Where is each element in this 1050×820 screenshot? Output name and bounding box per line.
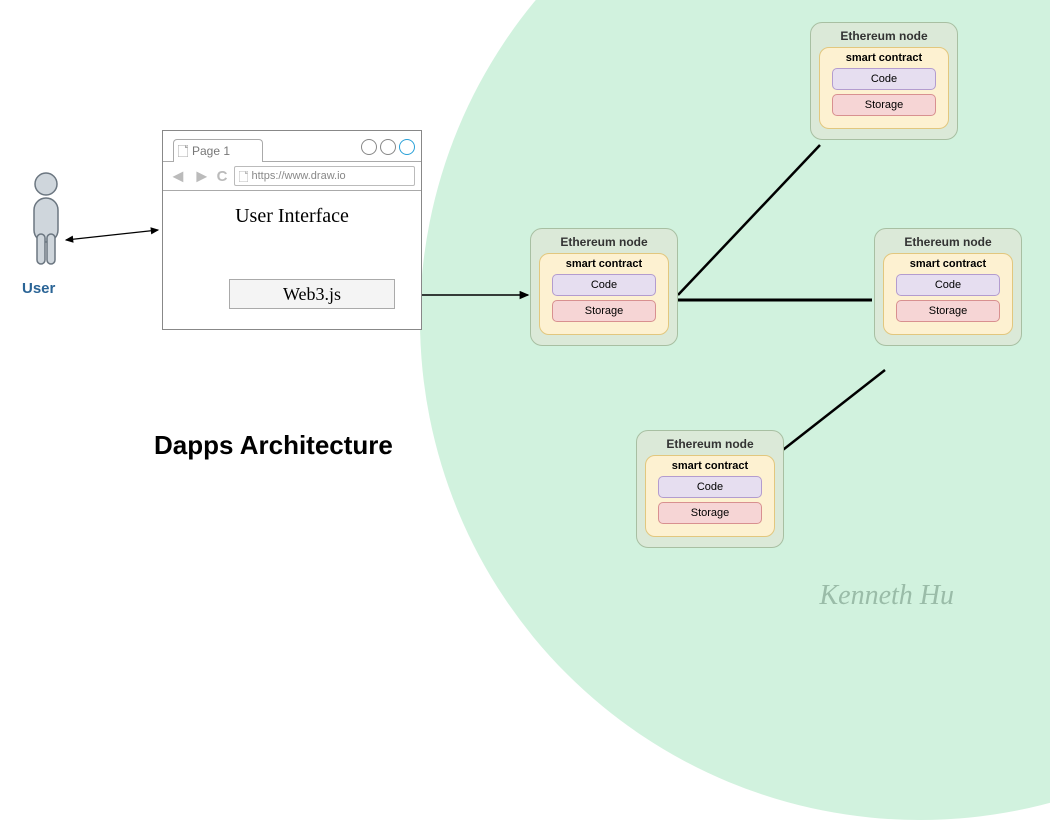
code-box: Code bbox=[552, 274, 656, 296]
browser-window: Page 1 ◄ ► C https://www.draw.io User In… bbox=[162, 130, 422, 330]
url-text: https://www.draw.io bbox=[252, 170, 346, 182]
storage-box: Storage bbox=[896, 300, 1000, 322]
code-box: Code bbox=[896, 274, 1000, 296]
smart-contract: smart contract Code Storage bbox=[645, 455, 775, 537]
contract-title: smart contract bbox=[826, 52, 942, 64]
web3-box: Web3.js bbox=[229, 279, 395, 309]
smart-contract: smart contract Code Storage bbox=[539, 253, 669, 335]
page-icon bbox=[239, 171, 248, 182]
page-icon bbox=[178, 145, 188, 157]
url-bar[interactable]: https://www.draw.io bbox=[234, 166, 416, 186]
window-control-3[interactable] bbox=[399, 139, 415, 155]
window-control-2[interactable] bbox=[380, 139, 396, 155]
browser-tabbar: Page 1 bbox=[163, 131, 421, 162]
code-box: Code bbox=[658, 476, 762, 498]
user-interface-label: User Interface bbox=[163, 205, 421, 228]
node-title: Ethereum node bbox=[883, 235, 1013, 249]
node-title: Ethereum node bbox=[819, 29, 949, 43]
browser-toolbar: ◄ ► C https://www.draw.io bbox=[163, 162, 421, 191]
reload-icon[interactable]: C bbox=[217, 168, 228, 185]
storage-box: Storage bbox=[658, 502, 762, 524]
ethereum-node-4: Ethereum node smart contract Code Storag… bbox=[636, 430, 784, 548]
ethereum-node-1: Ethereum node smart contract Code Storag… bbox=[530, 228, 678, 346]
contract-title: smart contract bbox=[890, 258, 1006, 270]
smart-contract: smart contract Code Storage bbox=[883, 253, 1013, 335]
browser-tab-label: Page 1 bbox=[192, 144, 230, 158]
code-box: Code bbox=[832, 68, 936, 90]
ethereum-node-3: Ethereum node smart contract Code Storag… bbox=[874, 228, 1022, 346]
browser-tab[interactable]: Page 1 bbox=[173, 139, 263, 162]
diagram-title: Dapps Architecture bbox=[154, 430, 393, 461]
user-label: User bbox=[22, 280, 55, 297]
window-controls bbox=[361, 139, 415, 155]
ethereum-node-2: Ethereum node smart contract Code Storag… bbox=[810, 22, 958, 140]
contract-title: smart contract bbox=[546, 258, 662, 270]
smart-contract: smart contract Code Storage bbox=[819, 47, 949, 129]
node-title: Ethereum node bbox=[539, 235, 669, 249]
storage-box: Storage bbox=[832, 94, 936, 116]
contract-title: smart contract bbox=[652, 460, 768, 472]
node-title: Ethereum node bbox=[645, 437, 775, 451]
window-control-1[interactable] bbox=[361, 139, 377, 155]
back-icon[interactable]: ◄ bbox=[169, 167, 187, 185]
storage-box: Storage bbox=[552, 300, 656, 322]
user-icon bbox=[26, 172, 66, 277]
forward-icon[interactable]: ► bbox=[193, 167, 211, 185]
watermark: Kenneth Hu bbox=[819, 580, 954, 612]
